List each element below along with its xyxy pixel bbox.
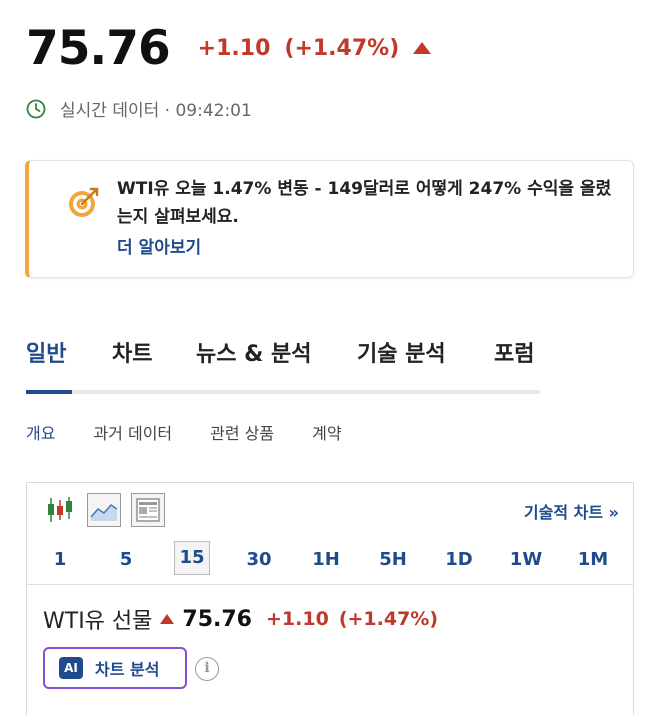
news-icon (136, 498, 160, 522)
price-header: 75.76 +1.10 (+1.47%) (26, 18, 432, 78)
timeframe-5h[interactable]: 5H (375, 549, 411, 570)
sub-tabs: 개요 과거 데이터 관련 상품 계약 (26, 420, 380, 444)
tab-chart[interactable]: 차트 (112, 336, 152, 368)
chart-type-toolbar (43, 493, 175, 527)
tab-active-indicator (26, 390, 72, 394)
instrument-price: 75.76 (182, 606, 252, 632)
timeframe-1m[interactable]: 1M (575, 549, 611, 570)
instrument-change: +1.10 (266, 608, 329, 630)
realtime-status: 실시간 데이터 · 09:42:01 (26, 96, 252, 121)
news-chart-button[interactable] (131, 493, 165, 527)
technical-chart-link[interactable]: 기술적 차트 » (524, 499, 619, 523)
timeframe-30[interactable]: 30 (241, 549, 277, 570)
timeframe-1d[interactable]: 1D (441, 549, 477, 570)
timeframe-15[interactable]: 15 (174, 541, 210, 575)
tab-technical-analysis[interactable]: 기술 분석 (357, 336, 446, 368)
tab-news-analysis[interactable]: 뉴스 & 분석 (196, 336, 311, 368)
price-change: +1.10 (197, 35, 271, 61)
timeframe-1w[interactable]: 1W (508, 549, 544, 570)
realtime-label: 실시간 데이터 · 09:42:01 (60, 101, 252, 121)
promo-text: WTI유 오늘 1.47% 변동 - 149달러로 어떻게 247% 수익을 올… (117, 179, 612, 227)
chart-widget: 기술적 차트 » 1 5 15 30 1H 5H 1D 1W 1M WTI유 선… (26, 482, 634, 715)
info-icon[interactable]: i (195, 657, 219, 681)
tab-general[interactable]: 일반 (26, 336, 66, 368)
tab-forum[interactable]: 포럼 (494, 336, 534, 368)
subtab-overview[interactable]: 개요 (26, 420, 55, 444)
timeframe-selector: 1 5 15 30 1H 5H 1D 1W 1M (27, 533, 633, 585)
instrument-name: WTI유 선물 (43, 609, 153, 634)
last-price: 75.76 (26, 20, 171, 76)
candlestick-button[interactable] (43, 493, 77, 527)
timeframe-1[interactable]: 1 (42, 549, 78, 570)
subtab-historical-data[interactable]: 과거 데이터 (93, 420, 172, 444)
timeframe-5[interactable]: 5 (108, 549, 144, 570)
up-arrow-icon (160, 614, 175, 624)
promo-banner[interactable]: WTI유 오늘 1.47% 변동 - 149달러로 어떻게 247% 수익을 올… (25, 160, 634, 278)
candlestick-icon (48, 497, 72, 522)
learn-more-link[interactable]: 더 알아보기 (117, 233, 201, 258)
instrument-summary: WTI유 선물 75.76 +1.10 (+1.47%) (43, 603, 438, 635)
subtab-contracts[interactable]: 계약 (312, 420, 341, 444)
timeframe-1h[interactable]: 1H (308, 549, 344, 570)
price-change-percent: (+1.47%) (284, 35, 400, 61)
subtab-related-products[interactable]: 관련 상품 (210, 420, 274, 444)
ai-icon: AI (59, 657, 83, 679)
area-chart-icon (90, 504, 118, 521)
ai-button-label: 차트 분석 (95, 660, 160, 679)
up-arrow-icon (413, 42, 432, 54)
ai-chart-analysis-button[interactable]: AI 차트 분석 (43, 647, 187, 689)
tabs-divider (26, 390, 540, 394)
instrument-change-percent: (+1.47%) (338, 608, 439, 630)
target-icon (69, 187, 99, 217)
area-chart-button[interactable] (87, 493, 121, 527)
clock-icon (26, 99, 46, 118)
main-tabs: 일반 차트 뉴스 & 분석 기술 분석 포럼 (26, 332, 540, 396)
